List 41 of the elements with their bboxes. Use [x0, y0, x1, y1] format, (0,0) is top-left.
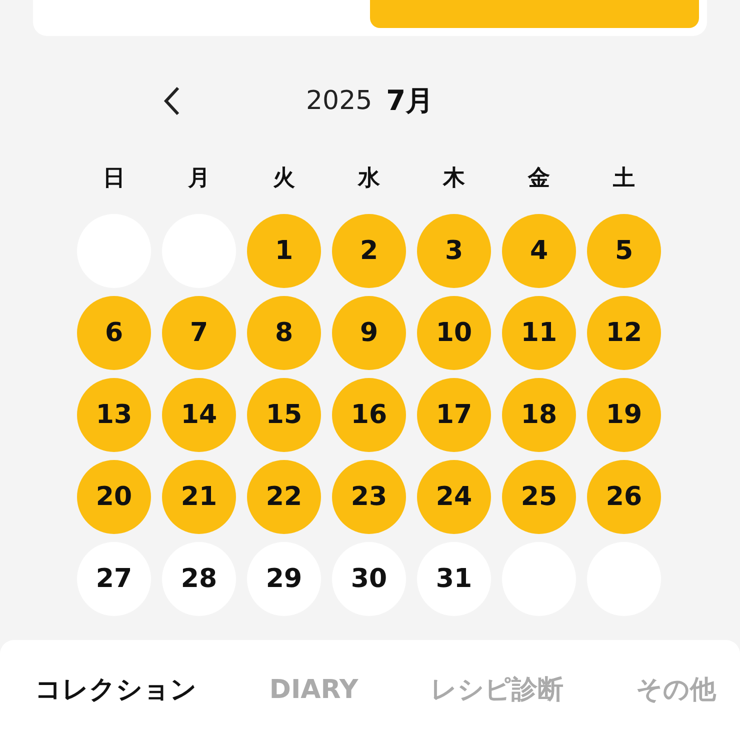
day-cell[interactable]: 11	[502, 296, 576, 370]
day-cell[interactable]: 14	[162, 378, 236, 452]
day-cell[interactable]: 23	[332, 460, 406, 534]
weekday-label: 金	[526, 165, 551, 193]
day-cell[interactable]: 16	[332, 378, 406, 452]
day-cell[interactable]: 24	[417, 460, 491, 534]
day-cell[interactable]: 29	[247, 542, 321, 616]
day-cell[interactable]: 27	[77, 542, 151, 616]
day-cell[interactable]: 18	[502, 378, 576, 452]
day-cell[interactable]: 28	[162, 542, 236, 616]
day-cell[interactable]: 5	[587, 214, 661, 288]
day-cell[interactable]: 25	[502, 460, 576, 534]
day-cell[interactable]: 19	[587, 378, 661, 452]
day-cell[interactable]: 15	[247, 378, 321, 452]
weekday-label: 日	[102, 165, 126, 193]
day-cell[interactable]: 3	[417, 214, 491, 288]
nav-tab[interactable]: コレクション	[35, 670, 197, 710]
day-cell[interactable]: 9	[332, 296, 406, 370]
day-cell[interactable]: 17	[417, 378, 491, 452]
day-cell[interactable]: 4	[502, 214, 576, 288]
weekday-label: 火	[272, 165, 296, 193]
day-cell[interactable]: 6	[77, 296, 151, 370]
month-label: 7月	[386, 83, 434, 119]
day-cell[interactable]: 21	[162, 460, 236, 534]
year-label: 2025	[306, 84, 372, 118]
day-cell[interactable]: 20	[77, 460, 151, 534]
day-cell[interactable]: 8	[247, 296, 321, 370]
day-cell[interactable]: 30	[332, 542, 406, 616]
day-cell[interactable]: 10	[417, 296, 491, 370]
day-cell[interactable]: 13	[77, 378, 151, 452]
day-cell[interactable]: 12	[587, 296, 661, 370]
weekday-label: 土	[612, 165, 636, 193]
day-cell[interactable]: 26	[587, 460, 661, 534]
weekday-label: 月	[187, 165, 211, 193]
day-cell[interactable]: 2	[332, 214, 406, 288]
day-cell[interactable]: 22	[247, 460, 321, 534]
weekday-label: 木	[442, 165, 466, 193]
weekday-label: 水	[356, 165, 381, 193]
day-cell[interactable]: 1	[247, 214, 321, 288]
day-cell[interactable]: 31	[417, 542, 491, 616]
day-cell[interactable]: 7	[162, 296, 236, 370]
